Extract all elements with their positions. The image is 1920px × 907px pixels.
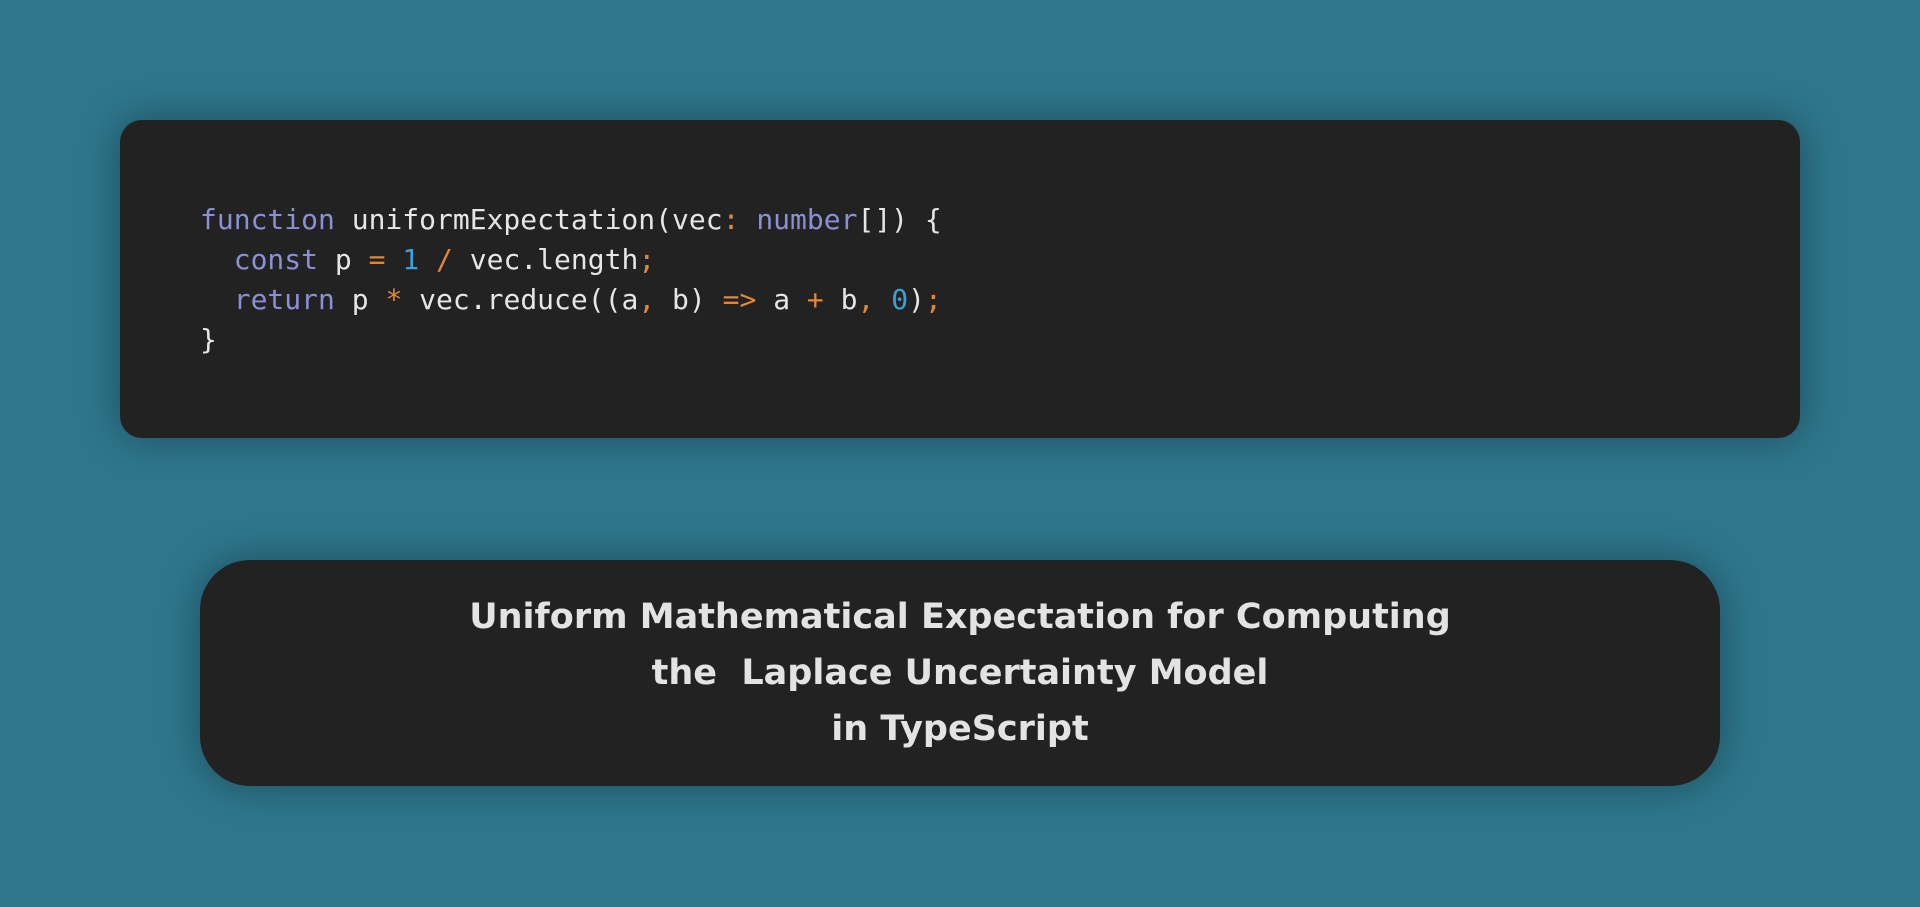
code-snippet: function uniformExpectation(vec: number[… (200, 200, 942, 360)
code-token: * (385, 283, 403, 316)
code-token: 1 (402, 243, 420, 276)
code-token: number (756, 203, 858, 236)
code-line: } (200, 320, 942, 360)
code-line: const p = 1 / vec.length; (200, 240, 942, 280)
code-token: / (436, 243, 453, 276)
code-token: , (638, 283, 656, 316)
code-token: = (368, 243, 386, 276)
code-token: , (857, 283, 875, 316)
title-line-1: Uniform Mathematical Expectation for Com… (469, 597, 1451, 637)
code-token: return (233, 283, 335, 316)
code-token: vec.length (452, 243, 639, 276)
code-token: + (806, 283, 824, 316)
code-token: a (756, 283, 807, 316)
title-line-2: the Laplace Uncertainty Model (651, 653, 1269, 693)
code-token: []) { (857, 203, 942, 236)
code-line: function uniformExpectation(vec: number[… (200, 200, 942, 240)
code-token: p (334, 283, 386, 316)
code-token: ) (908, 283, 925, 316)
code-token: ; (924, 283, 942, 316)
code-token: vec.reduce((a (402, 283, 639, 316)
code-token: => (722, 283, 757, 316)
title-card: Uniform Mathematical Expectation for Com… (200, 560, 1720, 786)
code-token: ; (638, 243, 656, 276)
code-token: function (200, 203, 335, 236)
code-token: } (200, 323, 217, 356)
title-line-3: in TypeScript (831, 709, 1089, 749)
code-line: return p * vec.reduce((a, b) => a + b, 0… (200, 280, 942, 320)
code-card: function uniformExpectation(vec: number[… (120, 120, 1800, 438)
code-token: : (722, 203, 740, 236)
code-token: uniformExpectation(vec (334, 203, 723, 236)
code-token: b) (655, 283, 723, 316)
code-token: b (823, 283, 858, 316)
code-token: 0 (891, 283, 909, 316)
code-token: const (233, 243, 319, 276)
code-token: p (318, 243, 369, 276)
